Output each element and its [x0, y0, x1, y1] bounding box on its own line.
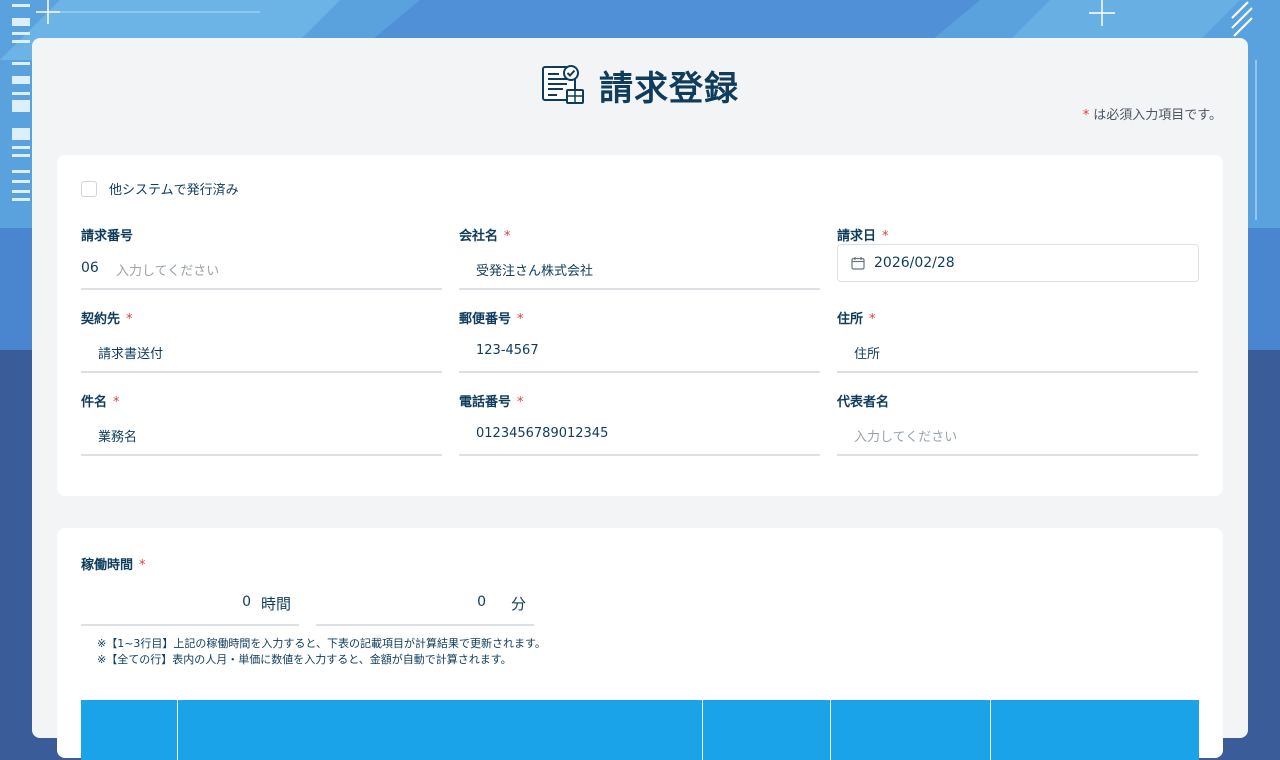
phone-label: 電話番号 *	[459, 395, 524, 410]
table-header-cell	[991, 700, 1199, 760]
address-label: 住所 *	[837, 312, 876, 327]
subject-input[interactable]: 業務名	[81, 424, 442, 456]
table-header-cell	[831, 700, 991, 760]
contractor-field: 契約先 * 請求書送付	[81, 308, 442, 373]
invoice-document-icon	[542, 65, 584, 104]
hours-input[interactable]: 0 時間	[81, 584, 299, 626]
subject-label: 件名 *	[81, 395, 120, 410]
company-name-label: 会社名 *	[459, 229, 511, 244]
phone-field: 電話番号 * 0123456789012345	[459, 391, 820, 456]
calendar-icon	[851, 257, 865, 270]
representative-label: 代表者名	[837, 395, 890, 410]
issued-elsewhere-checkbox[interactable]	[81, 180, 97, 197]
postal-code-label: 郵便番号 *	[459, 312, 524, 327]
invoice-date-field: 請求日 * 2026/02/28	[837, 225, 1199, 282]
address-input[interactable]: 住所	[837, 341, 1198, 373]
table-header-cell	[703, 700, 831, 760]
note-line-2: ※【全ての行】表内の人月・単価に数値を入力すると、金額が自動で計算されます。	[97, 653, 512, 666]
representative-input[interactable]: 入力してください	[837, 424, 1198, 456]
subject-field: 件名 * 業務名	[81, 391, 442, 456]
working-hours-panel: 稼働時間 * 0 時間 0 分 ※【1~3行目】上記の稼働時間を入力すると、下表の…	[57, 528, 1223, 760]
minutes-input[interactable]: 0 分	[316, 584, 534, 626]
calculation-notes: ※【1~3行目】上記の稼働時間を入力すると、下表の記載項目が計算結果で更新されま…	[97, 636, 546, 668]
contractor-label: 契約先 *	[81, 312, 133, 327]
required-mark: *	[1082, 108, 1090, 123]
invoice-number-field: 請求番号 06 入力してください	[81, 225, 442, 290]
invoice-date-picker[interactable]: 2026/02/28	[837, 244, 1199, 282]
table-header-cell	[81, 700, 178, 760]
representative-field: 代表者名 入力してください	[837, 391, 1198, 456]
page-title: 請求登録	[599, 68, 739, 109]
working-hours-label: 稼働時間 *	[81, 558, 146, 573]
postal-code-input[interactable]: 123-4567	[459, 341, 820, 373]
phone-input[interactable]: 0123456789012345	[459, 424, 820, 456]
issued-elsewhere-row[interactable]: 他システムで発行済み	[81, 179, 239, 198]
hours-value: 0	[242, 594, 251, 610]
invoice-number-placeholder: 入力してください	[116, 264, 220, 279]
contractor-input[interactable]: 請求書送付	[81, 341, 442, 373]
hours-unit: 時間	[260, 595, 291, 613]
invoice-date-label: 請求日 *	[837, 229, 889, 244]
address-field: 住所 * 住所	[837, 308, 1198, 373]
invoice-number-label: 請求番号	[81, 229, 134, 244]
required-note: * は必須入力項目です。	[1082, 108, 1222, 123]
postal-code-field: 郵便番号 * 123-4567	[459, 308, 820, 373]
invoice-number-input[interactable]: 06 入力してください	[81, 258, 442, 290]
invoice-date-value: 2026/02/28	[874, 255, 955, 271]
invoice-number-prefix: 06	[81, 260, 99, 276]
title-area: 請求登録	[32, 62, 1248, 109]
invoice-info-panel: 他システムで発行済み 請求番号 06 入力してください 会社名 * 受発注さん株式…	[57, 155, 1223, 496]
company-name-field: 会社名 * 受発注さん株式会社	[459, 225, 820, 290]
note-line-1: ※【1~3行目】上記の稼働時間を入力すると、下表の記載項目が計算結果で更新されま…	[97, 637, 546, 650]
issued-elsewhere-label: 他システムで発行済み	[109, 183, 239, 198]
minutes-value: 0	[477, 594, 486, 610]
main-card: 請求登録 * は必須入力項目です。 他システムで発行済み 請求番号 06 入力して…	[32, 38, 1248, 760]
company-name-input[interactable]: 受発注さん株式会社	[459, 258, 820, 290]
minutes-unit: 分	[510, 595, 526, 613]
invoice-items-table-header	[81, 700, 1199, 760]
table-header-cell	[178, 700, 703, 760]
